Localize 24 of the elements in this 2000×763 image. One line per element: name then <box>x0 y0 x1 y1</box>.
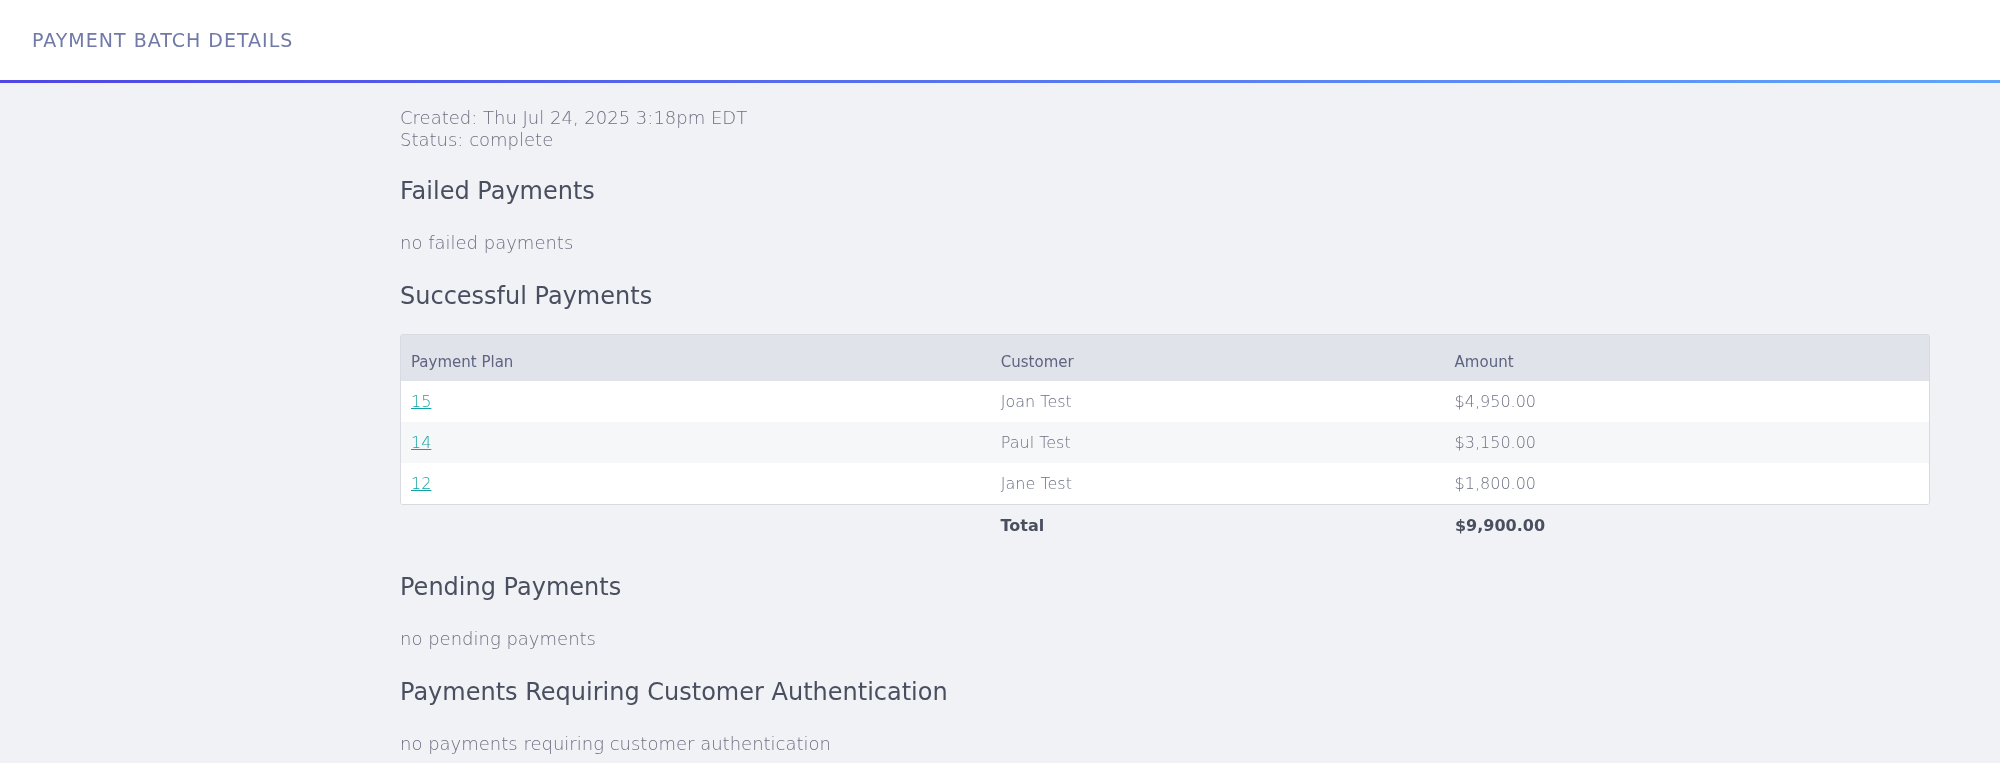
total-amount: $9,900.00 <box>1454 515 1547 537</box>
table-cell: $4,950.00 <box>1444 381 1929 422</box>
meta-text: Status: complete <box>400 129 555 151</box>
section-heading: Failed Payments <box>400 176 596 207</box>
table-cell: Paul Test <box>990 422 1445 463</box>
empty-message: no pending payments <box>400 627 597 651</box>
plan-link[interactable]: 15 <box>411 391 432 411</box>
page-title: PAYMENT BATCH DETAILS <box>32 27 294 53</box>
section-heading: Payments Requiring Customer Authentication <box>400 677 949 708</box>
meta-text: Created: Thu Jul 24, 2025 3:18pm EDT <box>400 107 749 129</box>
table-cell: $3,150.00 <box>1444 422 1929 463</box>
total-label: Total <box>999 515 1046 537</box>
plan-link[interactable]: 12 <box>411 473 432 493</box>
column-header: Payment Plan <box>401 335 991 381</box>
empty-message: no failed payments <box>400 231 575 255</box>
section-heading: Pending Payments <box>400 572 623 603</box>
column-header: Customer <box>990 335 1445 381</box>
empty-message: no payments requiring customer authentication <box>400 732 832 756</box>
plan-link[interactable]: 14 <box>411 432 432 452</box>
table-cell: $1,800.00 <box>1444 463 1929 504</box>
column-header: Amount <box>1444 335 1929 381</box>
table-cell: Jane Test <box>990 463 1445 504</box>
table-cell: Joan Test <box>990 381 1445 422</box>
section-heading: Successful Payments <box>400 281 654 312</box>
